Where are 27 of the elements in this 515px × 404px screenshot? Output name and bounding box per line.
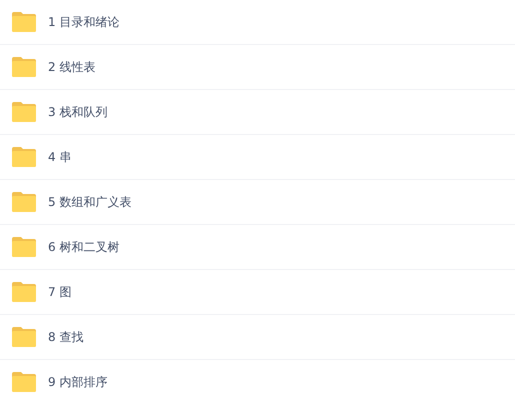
folder-icon	[11, 236, 37, 258]
folder-icon	[11, 56, 37, 78]
folder-row[interactable]: 2 线性表	[0, 45, 515, 90]
folder-row[interactable]: 3 栈和队列	[0, 90, 515, 135]
folder-name: 7 图	[48, 284, 72, 300]
folder-name: 6 树和二叉树	[48, 238, 120, 256]
folder-name: 1 目录和绪论	[48, 14, 120, 30]
folder-row[interactable]: 9 内部排序	[0, 360, 515, 404]
folder-name: 5 数组和广义表	[48, 194, 132, 210]
folder-row[interactable]: 5 数组和广义表	[0, 180, 515, 225]
folder-icon	[11, 11, 37, 33]
folder-icon	[11, 371, 37, 393]
folder-row[interactable]: 7 图	[0, 270, 515, 315]
folder-row[interactable]: 4 串	[0, 135, 515, 180]
folder-name: 8 查找	[48, 328, 84, 346]
folder-name: 3 栈和队列	[48, 104, 108, 120]
folder-row[interactable]: 6 树和二叉树	[0, 225, 515, 270]
folder-name: 2 线性表	[48, 58, 96, 76]
folder-icon	[11, 281, 37, 303]
folder-row[interactable]: 1 目录和绪论	[0, 0, 515, 45]
folder-icon	[11, 326, 37, 348]
folder-row[interactable]: 8 查找	[0, 315, 515, 360]
folder-name: 4 串	[48, 148, 72, 166]
folder-name: 9 内部排序	[48, 374, 108, 390]
folder-icon	[11, 146, 37, 168]
folder-icon	[11, 191, 37, 213]
folder-icon	[11, 101, 37, 123]
